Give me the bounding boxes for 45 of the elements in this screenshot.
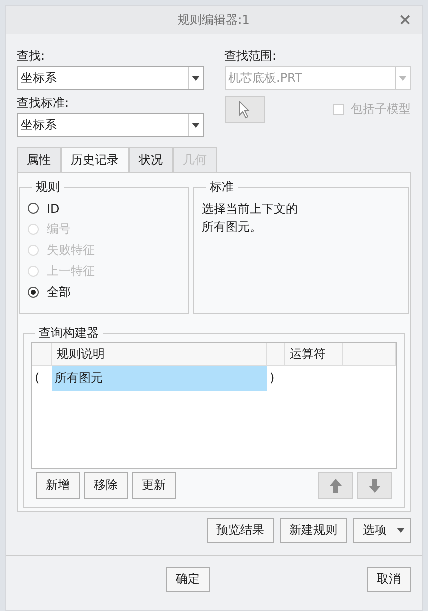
radio-label: 全部 <box>47 284 71 301</box>
pointer-button[interactable] <box>224 96 264 123</box>
group-title: 规则 <box>35 179 61 196</box>
table-cell-text: ( <box>34 370 41 387</box>
column-header: 运算符 <box>285 343 343 366</box>
dropdown-arrow-icon <box>399 76 407 80</box>
criteria-label: 查找标准: <box>17 95 70 111</box>
tab[interactable]: 属性 <box>17 147 61 172</box>
dropdown-arrow-icon <box>192 122 200 128</box>
move-up-button[interactable] <box>318 472 353 499</box>
radio-button[interactable] <box>28 203 39 214</box>
up-arrow-icon <box>330 478 342 492</box>
down-arrow-icon <box>368 478 380 492</box>
table-cell-text: ) <box>269 370 276 387</box>
radio-button[interactable] <box>28 287 39 298</box>
dropdown-arrow-icon <box>192 76 200 80</box>
radio-label: 失败特征 <box>47 242 95 259</box>
query-button[interactable]: 新增 <box>36 472 80 499</box>
cancel-button[interactable]: 取消 <box>367 567 411 592</box>
move-down-button[interactable] <box>357 472 392 499</box>
radio-label: ID <box>47 202 60 216</box>
tab[interactable]: 状况 <box>129 147 173 172</box>
options-button[interactable]: 选项 <box>353 518 411 543</box>
ok-button[interactable]: 确定 <box>166 567 210 592</box>
action-button[interactable]: 新建规则 <box>280 518 347 543</box>
action-button[interactable]: 预览结果 <box>207 518 274 543</box>
query-button[interactable]: 更新 <box>132 472 176 499</box>
pointer-icon <box>238 100 250 118</box>
table-cell[interactable]: 所有图元 <box>52 366 267 391</box>
column-header: 规则说明 <box>52 343 267 366</box>
description-text: 选择当前上下文的所有图元。 <box>202 201 299 236</box>
criteria-dropdown[interactable]: 坐标系 <box>17 113 204 137</box>
scope-label: 查找范围: <box>224 48 278 64</box>
window-title: 规则编辑器:1 <box>178 12 250 28</box>
tab[interactable]: 历史记录 <box>61 147 129 172</box>
dropdown-arrow-icon <box>397 528 405 533</box>
group-title: 标准 <box>209 179 235 196</box>
radio-label: 上一特征 <box>47 263 95 280</box>
query-button[interactable]: 移除 <box>84 472 128 499</box>
radio-label: 编号 <box>47 221 71 238</box>
group-title: 查询构建器 <box>38 325 100 342</box>
find-dropdown[interactable]: 坐标系 <box>17 66 204 90</box>
close-button[interactable]: × <box>396 11 414 29</box>
find-label: 查找: <box>17 48 46 64</box>
checkbox-label: 包括子模型 <box>351 101 411 118</box>
